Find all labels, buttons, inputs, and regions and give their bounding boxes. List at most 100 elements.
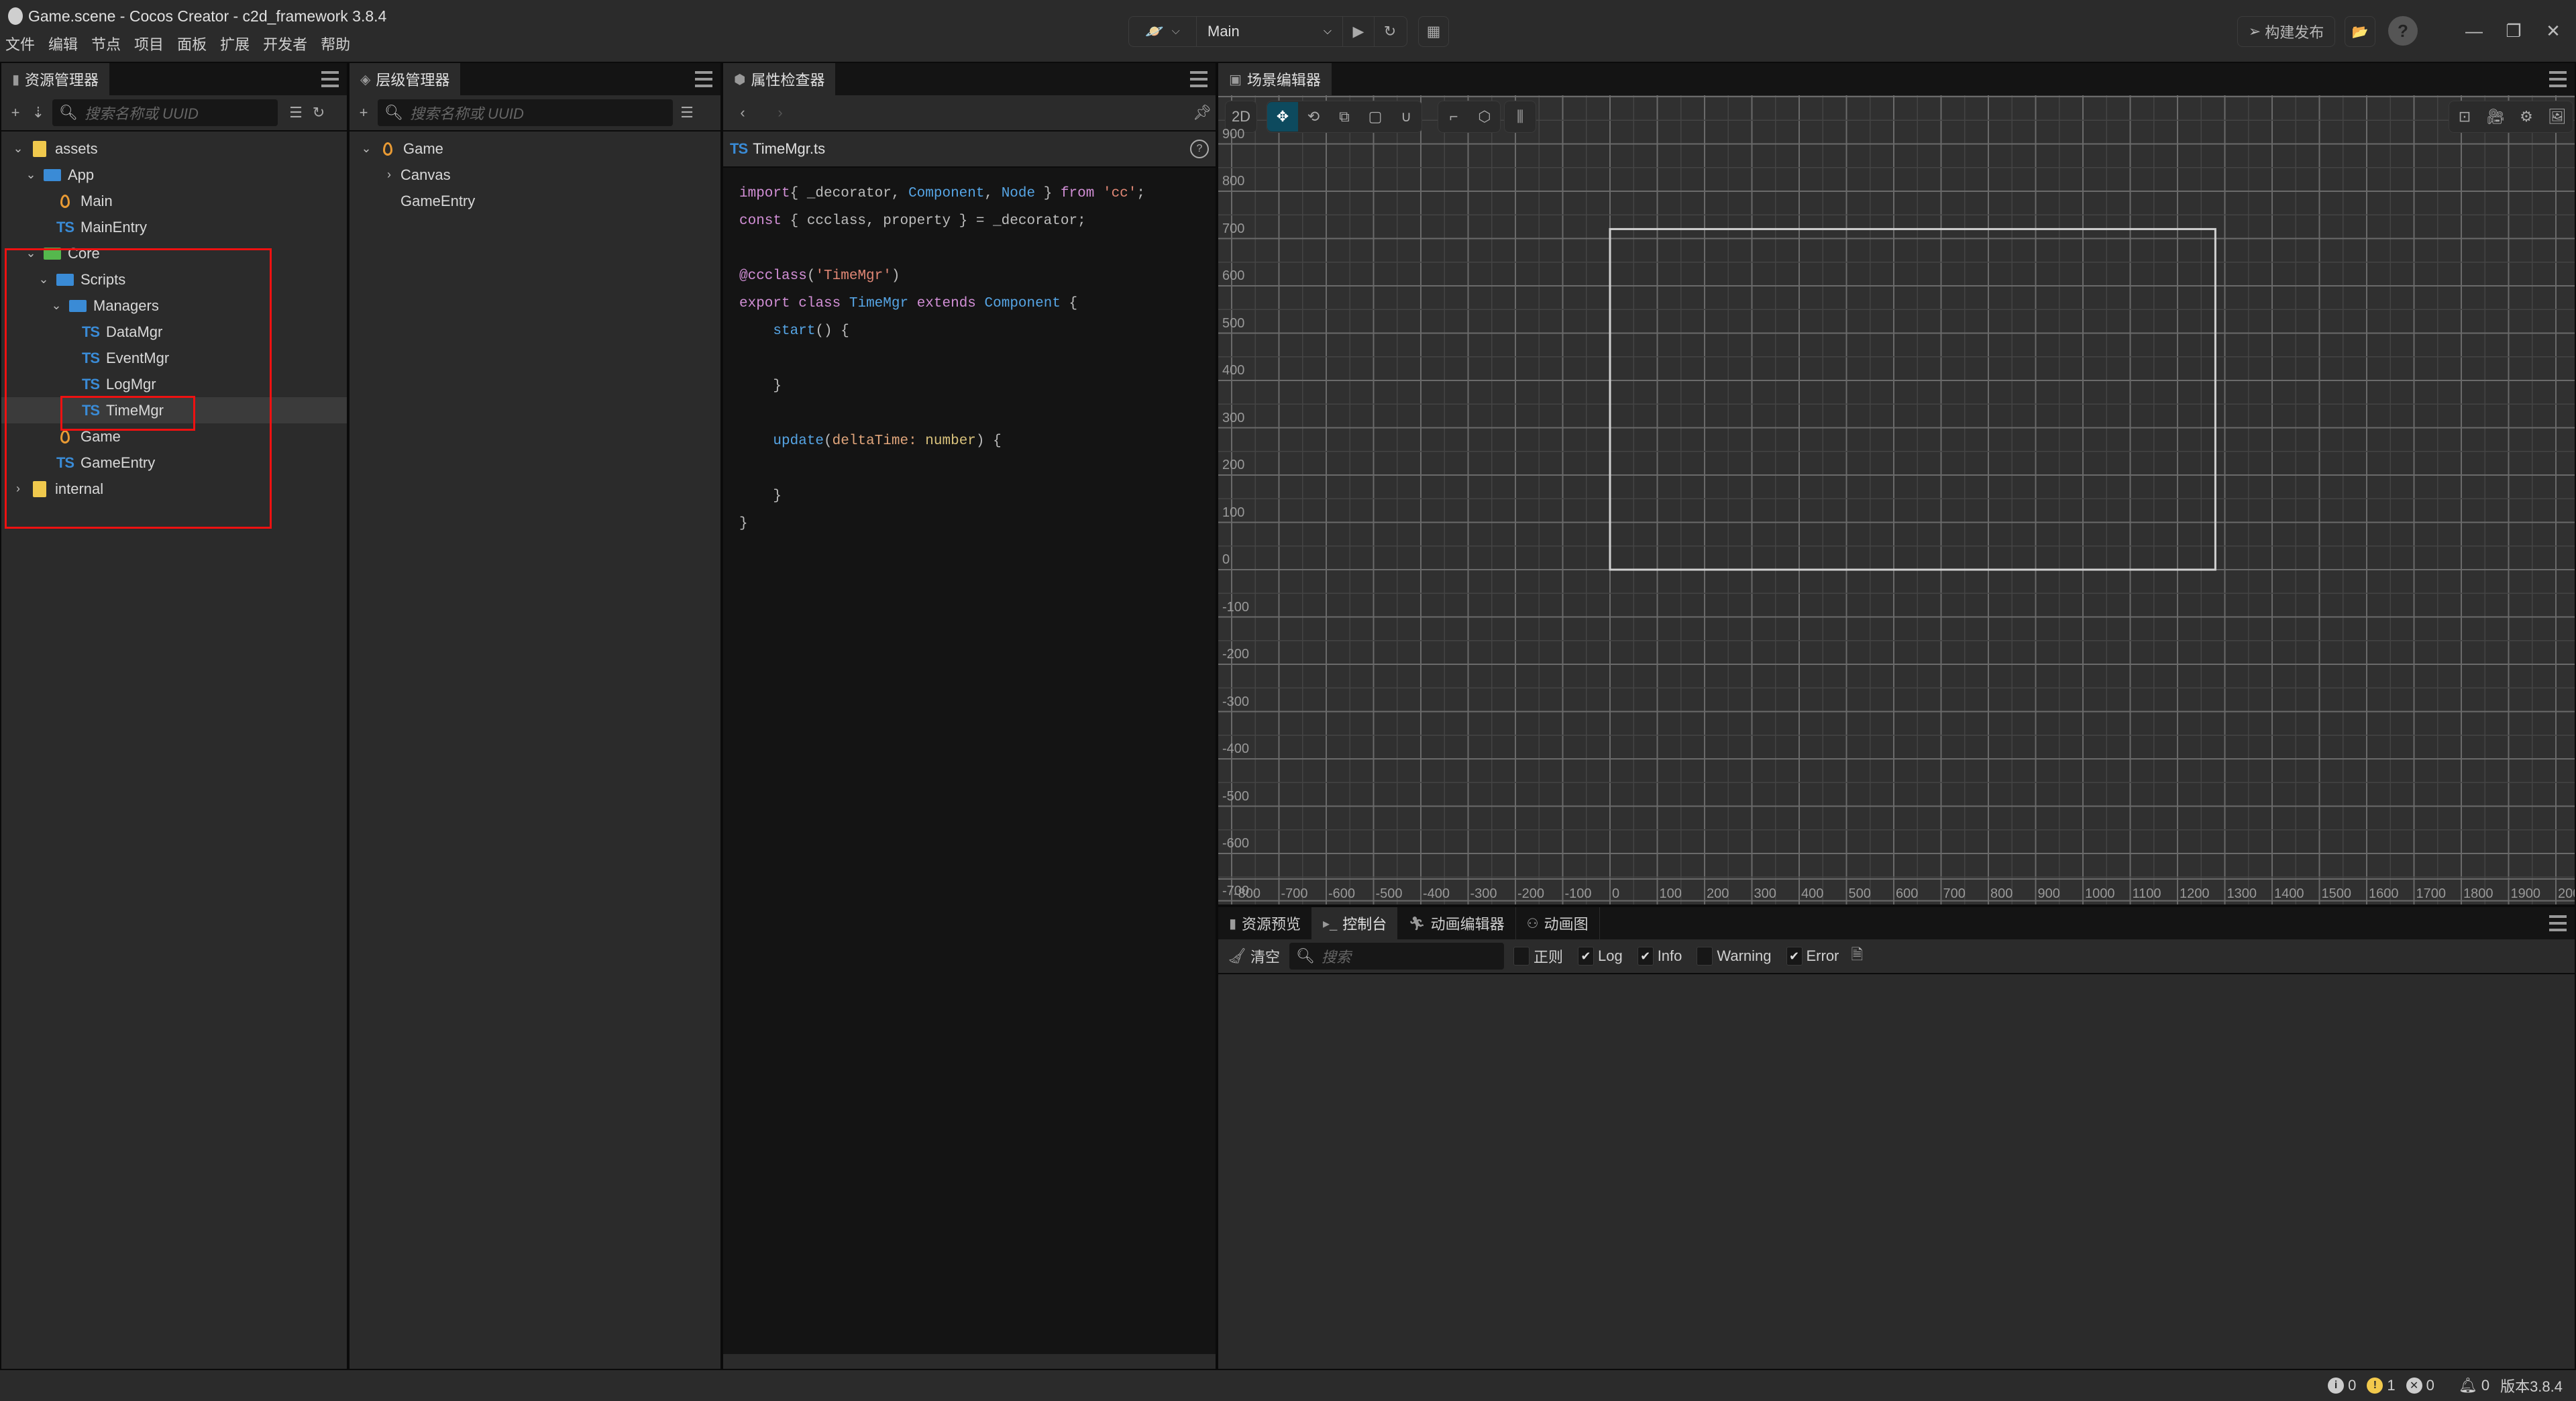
local-space-icon[interactable]: ⬡ xyxy=(1469,102,1500,132)
back-icon[interactable]: ‹ xyxy=(734,104,751,121)
build-button[interactable]: ➢ 构建发布 xyxy=(2237,16,2335,47)
add-asset-icon[interactable]: + xyxy=(7,104,24,121)
filter-error[interactable]: ✔ Error xyxy=(1786,947,1839,966)
snap-tool-icon[interactable]: ∪ xyxy=(1391,102,1421,132)
refresh-icon[interactable]: ↻ xyxy=(310,104,327,121)
tab-hierarchy[interactable]: ◈ 层级管理器 xyxy=(350,63,461,95)
checkbox[interactable]: ✔ xyxy=(1786,947,1803,966)
refresh-button[interactable]: ↻ xyxy=(1375,17,1405,46)
tree-item[interactable]: ⌄ Core xyxy=(1,240,347,266)
help-icon[interactable]: ? xyxy=(1190,140,1209,158)
tab-console[interactable]: ▸_ 控制台 xyxy=(1312,907,1398,939)
scale-tool-icon[interactable]: ⧉ xyxy=(1329,102,1360,132)
menu-edit[interactable]: 编辑 xyxy=(48,33,78,54)
tree-item[interactable]: TS GameEntry xyxy=(1,450,347,476)
image-settings-icon[interactable]: 🖼︎ xyxy=(2542,102,2573,132)
filter-正则[interactable]: 正则 xyxy=(1513,945,1563,967)
chevron-down-icon[interactable]: ⌄ xyxy=(49,299,64,313)
panel-menu-icon[interactable] xyxy=(695,70,712,89)
chevron-down-icon[interactable]: ⌄ xyxy=(36,272,51,287)
pivot-icon[interactable]: ⌐ xyxy=(1438,102,1469,132)
tree-item[interactable]: › internal xyxy=(1,476,347,502)
tree-item[interactable]: ⌄ Managers xyxy=(1,293,347,319)
close-button[interactable]: ✕ xyxy=(2536,16,2570,46)
canvas-bounds-rect[interactable] xyxy=(1609,227,2216,571)
filter-info[interactable]: ✔ Info xyxy=(1637,947,1682,966)
rect-tool-icon[interactable]: ▢ xyxy=(1360,102,1391,132)
sort-icon[interactable]: ⇣ xyxy=(30,104,47,121)
collapse-all-icon[interactable]: ☰ xyxy=(678,104,696,121)
tree-item[interactable]: ⌄ App xyxy=(1,162,347,188)
restore-button[interactable]: ❐ xyxy=(2497,16,2530,46)
chevron-down-icon[interactable]: ⌄ xyxy=(23,246,38,260)
settings-icon[interactable]: ⚙ xyxy=(2511,102,2542,132)
tree-item[interactable]: TS MainEntry xyxy=(1,214,347,240)
tree-item[interactable]: GameEntry xyxy=(350,188,720,214)
tree-item[interactable]: › Canvas xyxy=(350,162,720,188)
camera-icon[interactable]: 🎥︎ xyxy=(2480,102,2511,132)
move-tool-icon[interactable]: ✥ xyxy=(1267,102,1298,132)
open-folder-button[interactable]: 📂 xyxy=(2345,16,2375,47)
error-counter[interactable]: ✕ 0 xyxy=(2406,1377,2434,1394)
assets-search-input[interactable]: 🔍︎ 搜索名称或 UUID xyxy=(52,99,278,126)
scene-select[interactable]: Main ⌵ xyxy=(1197,17,1343,46)
platform-dropdown[interactable]: 🪐 ⌵ xyxy=(1129,17,1197,46)
hierarchy-search-input[interactable]: 🔍︎ 搜索名称或 UUID xyxy=(378,99,673,126)
tree-item[interactable]: Main xyxy=(1,188,347,214)
panel-menu-icon[interactable] xyxy=(2549,70,2567,89)
chevron-down-icon[interactable]: ⌄ xyxy=(11,142,25,156)
checkbox[interactable]: ✔ xyxy=(1637,947,1654,966)
tab-assets[interactable]: ▮ 资源管理器 xyxy=(1,63,110,95)
collapse-all-icon[interactable]: ☰ xyxy=(287,104,305,121)
tree-item[interactable]: TS LogMgr xyxy=(1,371,347,397)
checkbox[interactable] xyxy=(1697,947,1713,966)
checkbox[interactable]: ✔ xyxy=(1577,947,1594,966)
chevron-down-icon[interactable]: ⌄ xyxy=(23,168,38,182)
filter-warning[interactable]: Warning xyxy=(1697,947,1772,966)
tab-inspector[interactable]: ⬢ 属性检查器 xyxy=(723,63,836,95)
chevron-down-icon[interactable]: ⌄ xyxy=(359,142,374,156)
minimize-button[interactable]: — xyxy=(2457,16,2491,46)
forward-icon[interactable]: › xyxy=(771,104,789,121)
clear-button[interactable]: 🧹︎ 清空 xyxy=(1228,945,1280,967)
qr-code-button[interactable]: ▦ xyxy=(1418,16,1449,47)
panel-menu-icon[interactable] xyxy=(2549,914,2567,933)
tree-item[interactable]: TS EventMgr xyxy=(1,345,347,371)
fit-view-icon[interactable]: ⊡ xyxy=(2449,102,2480,132)
add-node-icon[interactable]: + xyxy=(355,104,372,121)
pin-icon[interactable]: 📌︎ xyxy=(1193,104,1212,121)
tree-item[interactable]: TS DataMgr xyxy=(1,319,347,345)
tree-item[interactable]: ⌄ Scripts xyxy=(1,266,347,293)
rotate-tool-icon[interactable]: ⟲ xyxy=(1298,102,1329,132)
menu-node[interactable]: 节点 xyxy=(91,33,121,54)
play-button[interactable]: ▶ xyxy=(1343,17,1375,46)
align-dropdown[interactable]: ⫼ xyxy=(1504,101,1536,133)
tree-item[interactable]: ⌄ Game xyxy=(350,136,720,162)
notification-counter[interactable]: 🔔︎ 0 xyxy=(2459,1377,2489,1394)
tree-item[interactable]: ⌄ assets xyxy=(1,136,347,162)
panel-menu-icon[interactable] xyxy=(1190,70,1208,89)
warning-counter[interactable]: ! 1 xyxy=(2367,1377,2396,1394)
chevron-right-icon[interactable]: › xyxy=(382,168,396,182)
menu-extension[interactable]: 扩展 xyxy=(220,33,250,54)
tab-animation-editor[interactable]: 🏃︎ 动画编辑器 xyxy=(1397,907,1516,939)
filter-log[interactable]: ✔ Log xyxy=(1577,947,1623,966)
log-file-icon[interactable]: 🗎 xyxy=(1848,943,1866,969)
tree-item[interactable]: Game xyxy=(1,423,347,450)
tab-asset-preview[interactable]: ▮ 资源预览 xyxy=(1218,907,1313,939)
scene-viewport[interactable]: 2D ✥ ⟲ ⧉ ▢ ∪ ⌐ ⬡ ⫼ ⊡ 🎥︎ ⚙ 🖼︎ 10009008007… xyxy=(1218,95,2575,904)
checkbox[interactable] xyxy=(1513,947,1529,966)
chevron-right-icon[interactable]: › xyxy=(11,482,25,496)
menu-help[interactable]: 帮助 xyxy=(321,33,350,54)
info-counter[interactable]: i 0 xyxy=(2328,1377,2356,1394)
menu-file[interactable]: 文件 xyxy=(5,33,35,54)
help-button[interactable]: ? xyxy=(2388,16,2418,46)
tab-scene[interactable]: ▣ 场景编辑器 xyxy=(1218,63,1332,95)
tree-item[interactable]: TS TimeMgr xyxy=(1,397,347,423)
menu-panel[interactable]: 面板 xyxy=(177,33,207,54)
menu-project[interactable]: 项目 xyxy=(134,33,164,54)
tab-animation-graph[interactable]: ⚇ 动画图 xyxy=(1515,907,1600,939)
console-search-input[interactable]: 🔍︎ 搜索 xyxy=(1289,943,1504,970)
panel-menu-icon[interactable] xyxy=(321,70,339,89)
menu-developer[interactable]: 开发者 xyxy=(263,33,307,54)
